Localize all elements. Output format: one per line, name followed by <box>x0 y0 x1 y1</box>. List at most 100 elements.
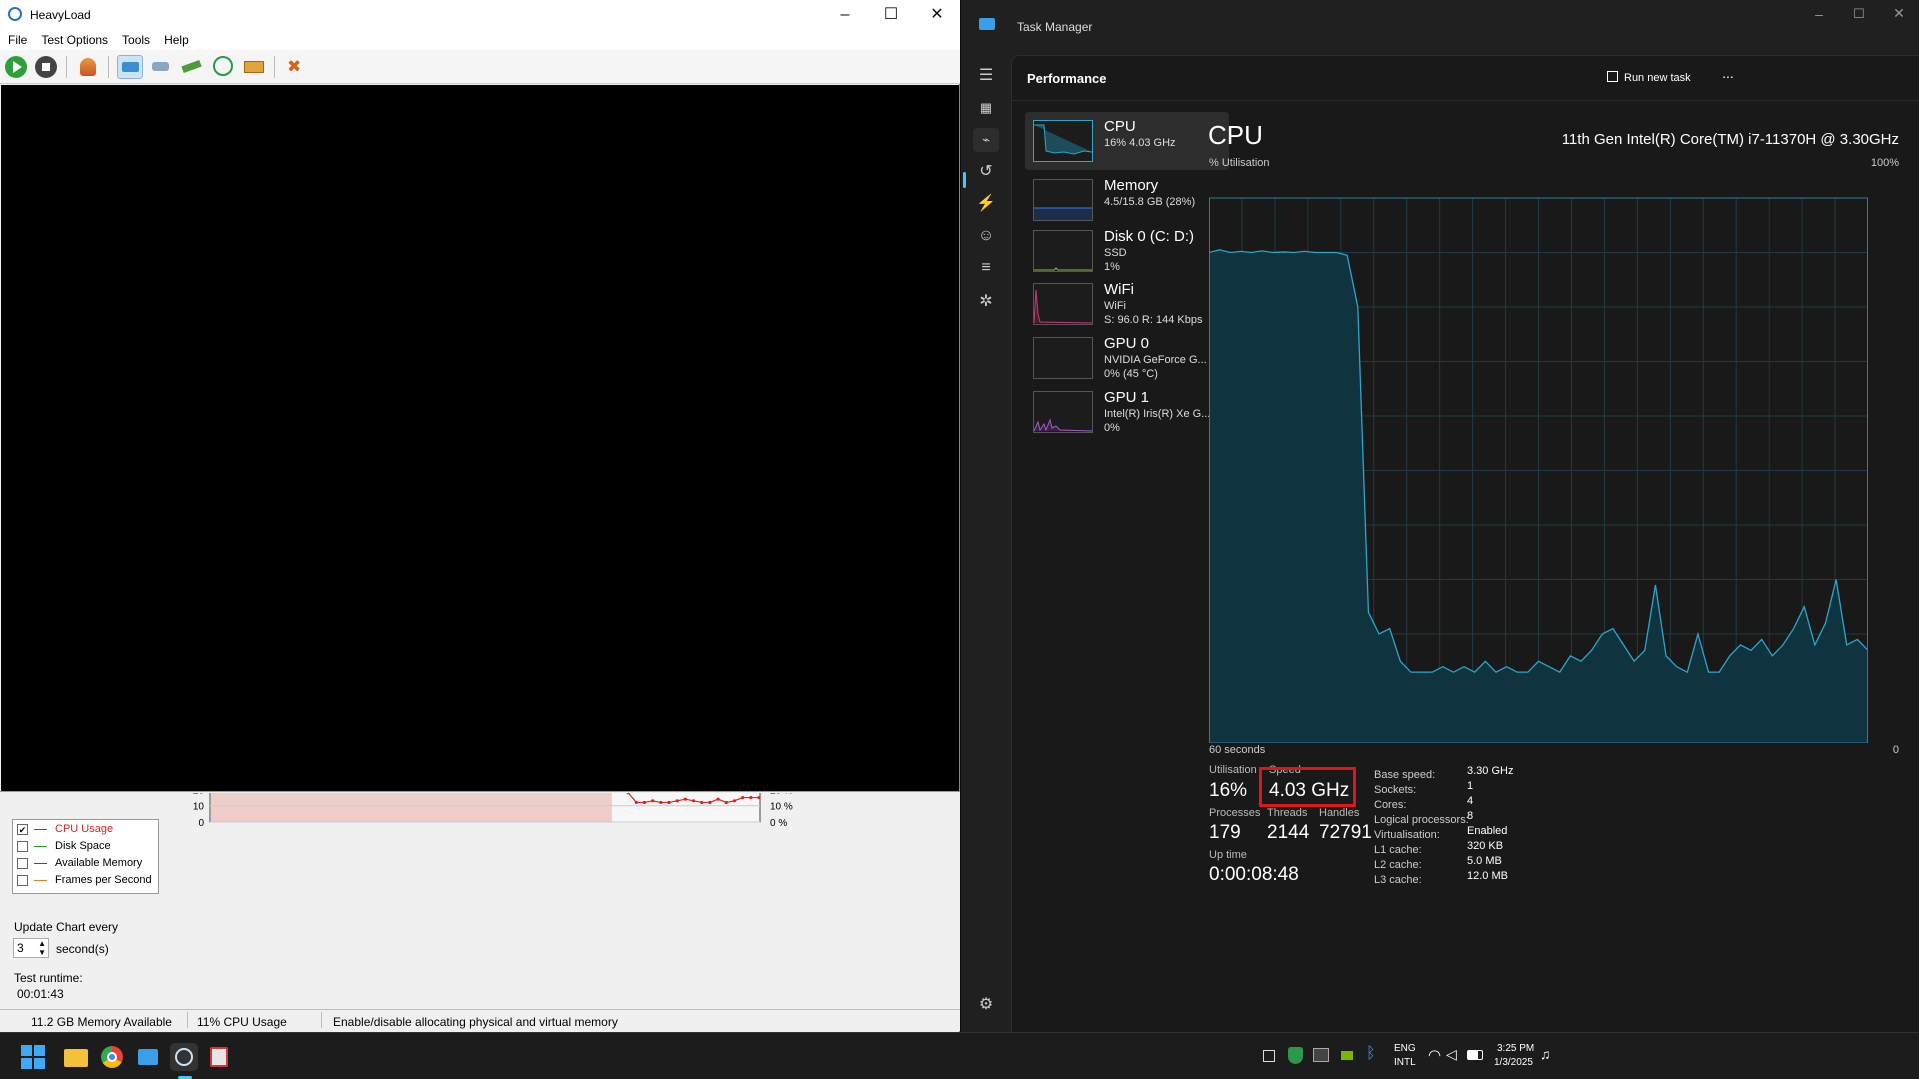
uptime-label: Up time <box>1209 849 1247 861</box>
settings-tools-button[interactable]: ✖ <box>284 55 310 79</box>
spec-row: Sockets: 1 <box>1374 780 1474 796</box>
disk-test-toggle[interactable] <box>148 55 174 79</box>
spec-row: Cores: 4 <box>1374 795 1474 811</box>
handles-label: Handles <box>1319 807 1360 819</box>
task-manager-app-icon <box>979 18 995 30</box>
cpu-usage-point <box>659 800 663 805</box>
legend-item-disk-space[interactable]: Disk Space <box>13 837 158 854</box>
close-button[interactable]: ✕ <box>914 0 960 30</box>
clock-date[interactable]: 1/3/2025 <box>1494 1057 1533 1068</box>
performance-content: Performance Run new task ... CPU 16% 4.0… <box>1011 55 1919 1032</box>
maximize-button[interactable]: ☐ <box>868 0 914 30</box>
run-new-task-button[interactable]: Run new task <box>1607 60 1703 92</box>
cpu-model: 11th Gen Intel(R) Core(TM) i7-11370H @ 3… <box>1561 131 1899 148</box>
legend-checkbox[interactable]: ✔ <box>17 824 28 835</box>
gpu-test-toggle[interactable] <box>210 55 236 79</box>
disk-thumbnail-graph <box>1033 230 1093 272</box>
cpu-usage-point <box>634 800 638 805</box>
legend-item-cpu-usage[interactable]: ✔ CPU Usage <box>13 820 158 837</box>
app-history-icon[interactable]: ↺ <box>973 160 999 184</box>
notification-bell-icon[interactable]: ♫ <box>1540 1046 1551 1062</box>
stop-test-button[interactable] <box>33 55 59 79</box>
memory-test-toggle[interactable] <box>179 55 205 79</box>
keyboard-layout[interactable]: INTL <box>1394 1057 1416 1068</box>
cpu-usage-point <box>691 799 696 803</box>
update-chart-label: Update Chart every <box>14 920 119 934</box>
sidebar-item-wifi[interactable]: WiFi WiFi S: 96.0 R: 144 Kbps <box>1025 275 1229 337</box>
services-icon[interactable]: ✲ <box>973 290 999 314</box>
menu-file[interactable]: File <box>0 30 33 47</box>
memory-thumbnail-graph <box>1033 179 1093 221</box>
volume-icon[interactable]: ◁ <box>1446 1046 1457 1063</box>
stress-mode-button[interactable] <box>75 55 101 79</box>
heavyload-taskbar-icon[interactable] <box>170 1043 198 1071</box>
navigation-rail: ☰ ▦ ⌁ ↺ ⚡ ☺ ≡ ✲ ⚙ <box>961 50 1011 1032</box>
tools-icon: ✖ <box>287 57 302 76</box>
update-unit-label: second(s) <box>56 942 109 956</box>
cpu-usage-point <box>757 795 761 800</box>
menu-test-options[interactable]: Test Options <box>33 30 114 47</box>
snipping-tool-icon[interactable] <box>206 1043 234 1071</box>
start-test-button[interactable] <box>3 55 29 79</box>
tray-monitor-icon[interactable] <box>1313 1048 1329 1062</box>
startup-apps-icon[interactable]: ⚡ <box>973 192 999 216</box>
sidebar-item-gpu1[interactable]: GPU 1 Intel(R) Iris(R) Xe G... 0% <box>1025 383 1229 445</box>
menu-tools[interactable]: Tools <box>114 30 156 47</box>
tray-app-icon[interactable] <box>1263 1050 1275 1062</box>
legend-item-frames-per-second[interactable]: Frames per Second <box>13 871 158 888</box>
status-cpu: 11% CPU Usage <box>197 1015 287 1029</box>
bluetooth-icon[interactable]: ᛒ <box>1366 1045 1376 1063</box>
processes-label: Processes <box>1209 807 1261 819</box>
chart-load-band <box>211 793 612 822</box>
cpu-icon <box>122 62 139 72</box>
sidebar-item-memory[interactable]: Memory 4.5/15.8 GB (28%) <box>1025 171 1229 229</box>
details-icon[interactable]: ≡ <box>973 256 999 280</box>
heavyload-app-icon <box>8 7 22 21</box>
heavyload-window: HeavyLoad – ☐ ✕ File Test Options Tools Hel… <box>0 0 960 1032</box>
chrome-icon[interactable] <box>98 1043 126 1071</box>
y-tick-left: 20 <box>193 793 205 796</box>
utilisation-value: 16% <box>1209 780 1248 801</box>
update-interval-spinner[interactable]: 3 ▲ ▼ <box>13 938 49 958</box>
nvidia-icon[interactable] <box>1341 1051 1353 1060</box>
cpu-usage-point <box>667 800 671 805</box>
cpu-heading: CPU <box>1208 120 1263 150</box>
settings-gear-icon[interactable]: ⚙ <box>973 993 999 1017</box>
legend-checkbox[interactable] <box>17 841 28 852</box>
clock-time[interactable]: 3:25 PM <box>1497 1043 1534 1054</box>
wifi-icon[interactable]: ◠ <box>1428 1046 1441 1064</box>
more-options-button[interactable]: ... <box>1714 60 1742 92</box>
runtime-value: 00:01:43 <box>17 987 64 1001</box>
legend-checkbox[interactable] <box>17 875 28 886</box>
spinner-arrows-icon[interactable]: ▲ ▼ <box>38 939 46 957</box>
stop-icon <box>35 56 57 78</box>
treesize-button[interactable] <box>241 55 267 79</box>
task-manager-titlebar[interactable]: Task Manager – ☐ ✕ <box>961 0 1919 50</box>
minimize-button[interactable]: – <box>1799 6 1839 22</box>
menu-help[interactable]: Help <box>156 30 195 47</box>
cpu-usage-point <box>708 800 712 805</box>
task-manager-taskbar-icon[interactable] <box>134 1043 162 1071</box>
y-tick-right: 10 % <box>770 802 793 813</box>
minimize-button[interactable]: – <box>822 0 868 30</box>
performance-icon[interactable]: ⌁ <box>973 128 999 152</box>
legend-item-available-memory[interactable]: Available Memory <box>13 854 158 871</box>
start-windows-icon[interactable] <box>19 1043 47 1071</box>
file-explorer-icon[interactable] <box>62 1043 90 1071</box>
users-icon[interactable]: ☺ <box>973 224 999 248</box>
sidebar-item-cpu[interactable]: CPU 16% 4.03 GHz <box>1025 112 1229 170</box>
close-button[interactable]: ✕ <box>1879 5 1919 22</box>
processes-icon[interactable]: ▦ <box>973 96 999 120</box>
legend-checkbox[interactable] <box>17 858 28 869</box>
cpu-test-toggle[interactable] <box>117 55 143 79</box>
security-shield-icon[interactable] <box>1288 1047 1303 1064</box>
run-task-icon <box>1607 71 1618 82</box>
sidebar-item-gpu0[interactable]: GPU 0 NVIDIA GeForce G... 0% (45 °C) <box>1025 329 1229 391</box>
maximize-button[interactable]: ☐ <box>1839 6 1879 22</box>
utilisation-label: Utilisation <box>1209 764 1257 776</box>
battery-icon[interactable] <box>1467 1050 1483 1060</box>
hamburger-menu-icon[interactable]: ☰ <box>973 64 999 88</box>
runtime-label: Test runtime: <box>14 971 83 985</box>
language-code[interactable]: ENG <box>1394 1043 1416 1054</box>
heavyload-titlebar[interactable]: HeavyLoad – ☐ ✕ <box>0 0 960 30</box>
